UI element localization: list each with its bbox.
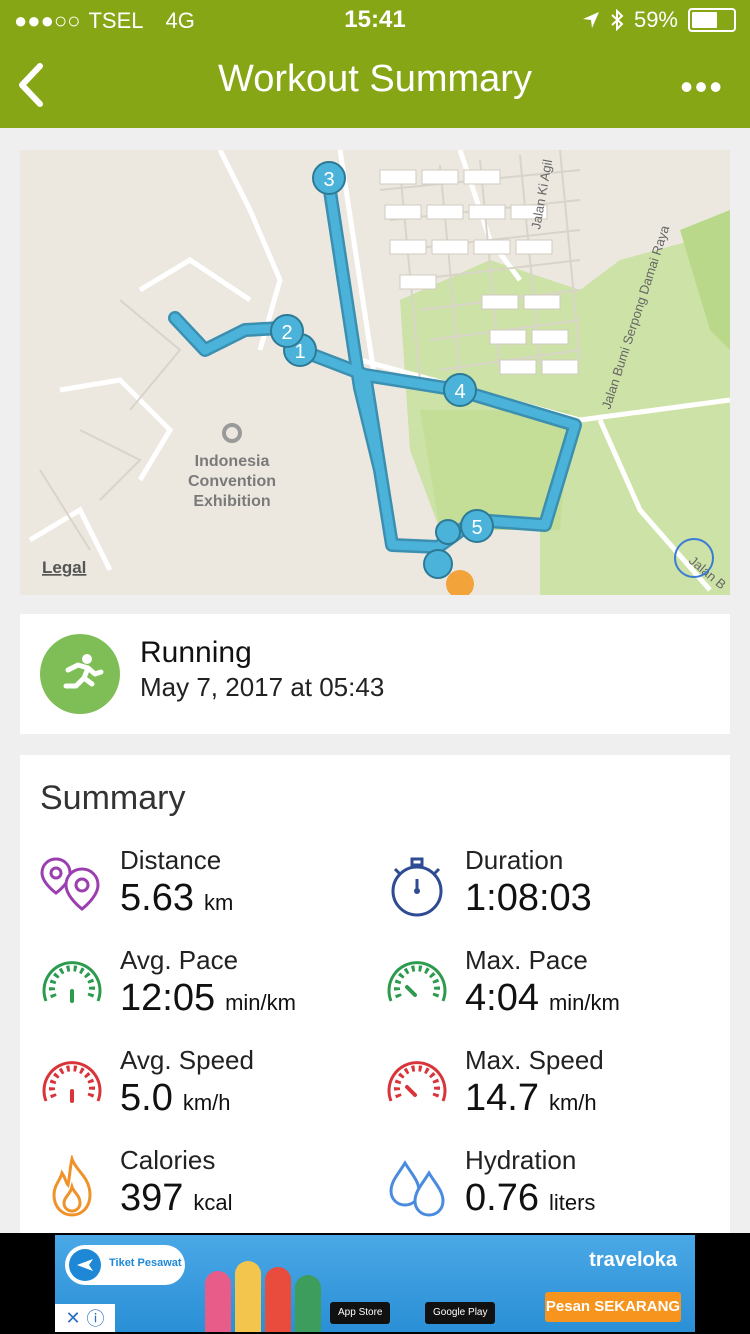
activity-card: Running May 7, 2017 at 05:43 xyxy=(20,614,730,734)
metric-unit: liters xyxy=(548,1190,596,1215)
speed-gauge-icon xyxy=(387,1061,447,1102)
water-drops-icon xyxy=(389,1160,445,1217)
svg-text:4: 4 xyxy=(454,381,465,403)
route-marker-3[interactable]: 3 xyxy=(312,161,346,195)
metric-calories: Calories 397 kcal xyxy=(40,1145,370,1241)
google-play-badge[interactable]: Google Play xyxy=(425,1302,496,1324)
svg-text:3: 3 xyxy=(323,169,334,191)
metric-unit: min/km xyxy=(225,990,296,1015)
metric-value: 4:04 xyxy=(465,977,539,1019)
metric-value: 12:05 xyxy=(120,977,216,1019)
metric-unit: km/h xyxy=(548,1090,597,1115)
summary-title: Summary xyxy=(40,779,186,817)
metric-value: 0.76 xyxy=(465,1177,539,1219)
metric-distance: Distance 5.63 km xyxy=(40,845,370,941)
flame-icon xyxy=(52,1155,92,1217)
route-marker-5[interactable]: 5 xyxy=(460,509,494,543)
metric-label: Avg. Speed xyxy=(120,1045,254,1075)
metric-avg-pace: Avg. Pace 12:05 min/km xyxy=(40,945,370,1041)
metric-label: Max. Speed xyxy=(465,1045,604,1075)
metric-unit: km/h xyxy=(182,1090,231,1115)
pace-gauge-icon xyxy=(42,961,102,1003)
tiket-badge: Tiket Pesawat xyxy=(65,1245,185,1285)
status-bar: ●●●○○ TSEL 4G 15:41 59% xyxy=(0,0,750,40)
metric-max-speed: Max. Speed 14.7 km/h xyxy=(385,1045,715,1141)
metric-value: 5.0 xyxy=(120,1077,173,1119)
route-marker-start[interactable] xyxy=(423,549,453,579)
metric-label: Distance xyxy=(120,845,222,875)
map-legal-link[interactable]: Legal xyxy=(42,558,86,577)
map-canvas: Indonesia Convention Exhibition Jalan Ki… xyxy=(20,150,730,595)
route-map[interactable]: Indonesia Convention Exhibition Jalan Ki… xyxy=(20,150,730,595)
summary-card: Summary Distance 5.63 km Duration 1:08:03… xyxy=(20,755,730,1255)
route-marker-2[interactable]: 2 xyxy=(270,314,304,348)
metric-hydration: Hydration 0.76 liters xyxy=(385,1145,715,1241)
metric-value: 1:08:03 xyxy=(465,877,592,919)
battery-percent: 59% xyxy=(633,7,678,32)
metric-value: 14.7 xyxy=(465,1077,539,1119)
people-illustration xyxy=(195,1251,335,1332)
more-options-button[interactable]: ••• xyxy=(680,66,724,108)
metric-label: Calories xyxy=(120,1145,216,1175)
poi-label-line1: Indonesia xyxy=(195,453,270,470)
metric-unit: km xyxy=(203,890,234,915)
battery-icon xyxy=(688,8,736,32)
traveloka-logo: traveloka xyxy=(589,1249,677,1271)
poi-label-line2: Convention xyxy=(188,473,276,490)
route-marker-end[interactable] xyxy=(435,519,461,545)
metric-label: Duration xyxy=(465,845,564,875)
page-title: Workout Summary xyxy=(218,58,532,100)
pace-gauge-icon xyxy=(387,961,447,1002)
metric-value: 397 xyxy=(120,1177,184,1219)
ad-info-icon[interactable]: ⓘ xyxy=(87,1305,105,1331)
metric-label: Avg. Pace xyxy=(120,945,239,975)
metric-label: Max. Pace xyxy=(465,945,588,975)
traveloka-ad-banner[interactable]: Tiket Pesawat traveloka App Store Google… xyxy=(55,1235,695,1332)
app-store-badge[interactable]: App Store xyxy=(330,1302,391,1324)
activity-type: Running xyxy=(140,636,252,669)
metric-value: 5.63 xyxy=(120,877,194,919)
stopwatch-icon xyxy=(391,857,443,917)
metric-unit: kcal xyxy=(193,1190,233,1215)
speed-gauge-icon xyxy=(42,1061,102,1103)
bluetooth-icon xyxy=(611,9,624,31)
route-marker-4[interactable]: 4 xyxy=(443,373,477,407)
location-pins-icon xyxy=(40,857,100,911)
activity-date: May 7, 2017 at 05:43 xyxy=(140,672,385,702)
airplane-icon xyxy=(69,1249,101,1281)
metric-duration: Duration 1:08:03 xyxy=(385,845,715,941)
svg-text:2: 2 xyxy=(281,322,292,344)
ad-choices[interactable]: ✕ ⓘ xyxy=(55,1304,115,1332)
close-ad-icon[interactable]: ✕ xyxy=(65,1308,80,1329)
location-arrow-icon xyxy=(582,12,599,28)
metric-unit: min/km xyxy=(548,990,620,1015)
top-bar: ●●●○○ TSEL 4G 15:41 59% Workout Summary … xyxy=(0,0,750,128)
metric-label: Hydration xyxy=(465,1145,577,1175)
svg-text:5: 5 xyxy=(471,517,482,539)
running-icon xyxy=(40,634,120,714)
metric-max-pace: Max. Pace 4:04 min/km xyxy=(385,945,715,1041)
metric-avg-speed: Avg. Speed 5.0 km/h xyxy=(40,1045,370,1141)
poi-label-line3: Exhibition xyxy=(193,493,270,510)
tiket-label: Tiket Pesawat xyxy=(109,1257,182,1269)
pesan-sekarang-button[interactable]: Pesan SEKARANG xyxy=(545,1292,681,1322)
